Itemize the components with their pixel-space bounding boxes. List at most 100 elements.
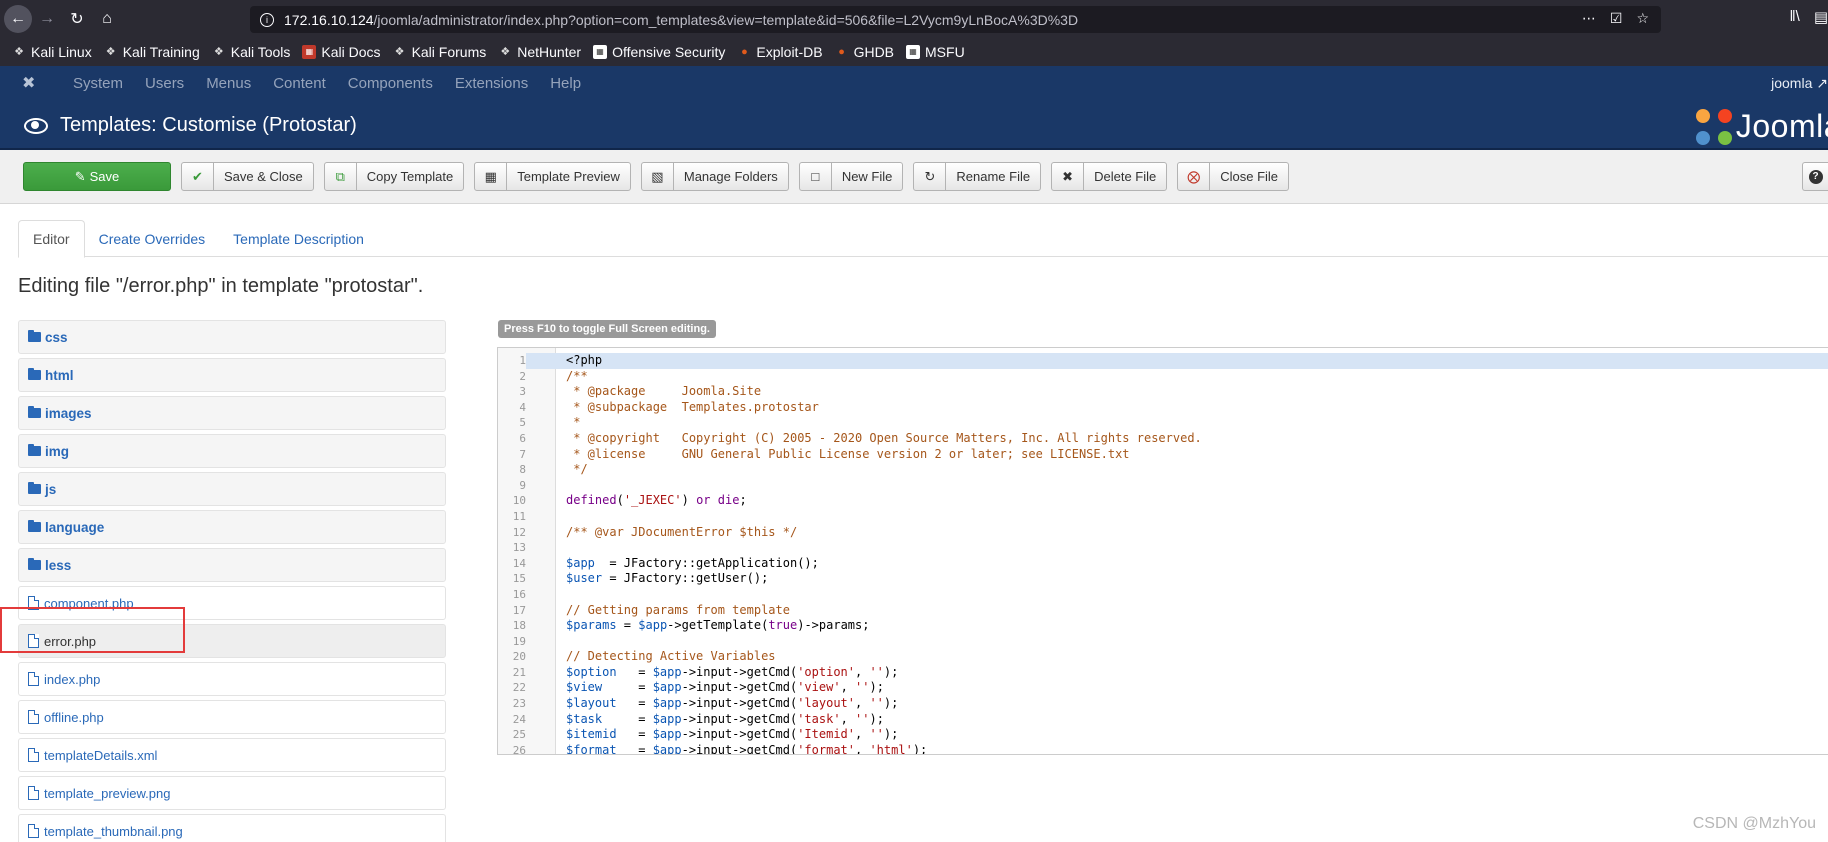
code-editor[interactable]: 1 <?php 2/** 3 * @package Joomla.Site 4 * @s… bbox=[497, 347, 1828, 755]
file-templatedetails-xml[interactable]: templateDetails.xml bbox=[18, 738, 446, 772]
code-line[interactable]: 25 $itemid = $app->input->getCmd('Itemid'… bbox=[498, 727, 1828, 743]
bookmark-kali-linux[interactable]: ❖ Kali Linux bbox=[12, 44, 92, 60]
pocket-icon[interactable]: ☑ bbox=[1610, 10, 1623, 27]
joomla-logo-icon[interactable]: ✖ bbox=[22, 73, 42, 93]
menu-extensions[interactable]: Extensions bbox=[444, 75, 539, 92]
code-line[interactable]: 5 * bbox=[498, 415, 1828, 431]
arrow-left-icon: ← bbox=[10, 10, 26, 27]
code-line[interactable]: 2 /** bbox=[498, 369, 1828, 385]
star-icon[interactable]: ☆ bbox=[1636, 10, 1649, 27]
code-line[interactable]: 4 * @subpackage Templates.protostar bbox=[498, 400, 1828, 416]
bookmark-ghdb[interactable]: ● GHDB bbox=[835, 44, 894, 60]
code-line[interactable]: 22 $view = $app->input->getCmd('view', ''… bbox=[498, 680, 1828, 696]
folder-less[interactable]: less bbox=[18, 548, 446, 582]
code-text: defined('_JEXEC') or die; bbox=[566, 493, 747, 508]
code-line[interactable]: 11 bbox=[498, 509, 1828, 525]
bookmark-nethunter[interactable]: ❖ NetHunter bbox=[498, 44, 581, 60]
code-line[interactable]: 26 $format = $app->input->getCmd('format'… bbox=[498, 743, 1828, 754]
folder-img[interactable]: img bbox=[18, 434, 446, 468]
code-line[interactable]: 9 bbox=[498, 478, 1828, 494]
save-close-button[interactable]: ✔ Save & Close bbox=[181, 162, 314, 191]
code-line[interactable]: 17 // Getting params from template bbox=[498, 603, 1828, 619]
close-file-button[interactable]: ⨂ Close File bbox=[1177, 162, 1290, 191]
line-number: 23 bbox=[512, 697, 526, 711]
folder-js[interactable]: js bbox=[18, 472, 446, 506]
copy-template-button[interactable]: ⧉ Copy Template bbox=[323, 162, 465, 191]
code-line[interactable]: 7 * @license GNU General Public License … bbox=[498, 447, 1828, 463]
url-bar[interactable]: i 172.16.10.124/joomla/administrator/ind… bbox=[250, 6, 1661, 33]
manage-folders-button[interactable]: ▧ Manage Folders bbox=[640, 162, 789, 191]
code-line[interactable]: 16 bbox=[498, 587, 1828, 603]
folder-html[interactable]: html bbox=[18, 358, 446, 392]
bookmark-kali-training[interactable]: ❖ Kali Training bbox=[104, 44, 200, 60]
tab-editor[interactable]: Editor bbox=[18, 220, 85, 258]
file-offline-php[interactable]: offline.php bbox=[18, 700, 446, 734]
reload-button[interactable]: ↻ bbox=[62, 4, 92, 34]
brand-text: Joomla bbox=[1735, 108, 1828, 144]
back-button[interactable]: ← bbox=[4, 5, 32, 33]
more-icon[interactable]: ⋯ bbox=[1582, 10, 1596, 27]
folder-icon bbox=[28, 482, 41, 494]
line-number: 3 bbox=[519, 385, 526, 399]
bookmark-kali-forums[interactable]: ❖ Kali Forums bbox=[393, 44, 487, 60]
code-line[interactable]: 12 /** @var JDocumentError $this */ bbox=[498, 525, 1828, 541]
code-line[interactable]: 14 $app = JFactory::getApplication(); bbox=[498, 556, 1828, 572]
line-number: 4 bbox=[519, 400, 526, 414]
folder-images[interactable]: images bbox=[18, 396, 446, 430]
bookmark-offensive-security[interactable]: ▦ Offensive Security bbox=[593, 44, 725, 60]
line-number: 21 bbox=[512, 665, 526, 679]
bookmark-msfu[interactable]: ▦ MSFU bbox=[906, 44, 965, 60]
menu-system[interactable]: System bbox=[62, 75, 134, 92]
page-header: Templates: Customise (Protostar) Joomla bbox=[0, 100, 1828, 150]
menu-content[interactable]: Content bbox=[262, 75, 337, 92]
help-button[interactable]: ? bbox=[1802, 162, 1828, 191]
user-menu[interactable]: joomla ↗ bbox=[1771, 75, 1828, 92]
file-template-thumbnail-png[interactable]: template_thumbnail.png bbox=[18, 814, 446, 842]
delete-file-button[interactable]: ✖ Delete File bbox=[1051, 162, 1168, 191]
bookmark-kali-tools[interactable]: ❖ Kali Tools bbox=[212, 44, 291, 60]
sidebar-icon[interactable]: ▤ bbox=[1814, 8, 1828, 26]
menu-users[interactable]: Users bbox=[134, 75, 195, 92]
save-button[interactable]: ✎ Save bbox=[23, 162, 171, 191]
code-line[interactable]: 24 $task = $app->input->getCmd('task', ''… bbox=[498, 712, 1828, 728]
folder-css[interactable]: css bbox=[18, 320, 446, 354]
tab-create-overrides[interactable]: Create Overrides bbox=[85, 220, 220, 257]
forward-button[interactable]: → bbox=[32, 4, 62, 34]
code-line[interactable]: 20 // Detecting Active Variables bbox=[498, 649, 1828, 665]
file-template-preview-png[interactable]: template_preview.png bbox=[18, 776, 446, 810]
info-icon[interactable]: i bbox=[260, 12, 274, 27]
file-index-php[interactable]: index.php bbox=[18, 662, 446, 696]
library-icon[interactable]: ‖\ bbox=[1789, 8, 1799, 26]
code-line[interactable]: 19 bbox=[498, 634, 1828, 650]
file-error-php[interactable]: error.php bbox=[18, 624, 446, 658]
code-text: /** @var JDocumentError $this */ bbox=[566, 524, 798, 539]
menu-components[interactable]: Components bbox=[337, 75, 444, 92]
code-line[interactable]: 18 $params = $app->getTemplate(true)->par… bbox=[498, 618, 1828, 634]
menu-help[interactable]: Help bbox=[539, 75, 592, 92]
file-icon bbox=[28, 672, 39, 686]
code-line[interactable]: 23 $layout = $app->input->getCmd('layout'… bbox=[498, 696, 1828, 712]
code-line[interactable]: 8 */ bbox=[498, 462, 1828, 478]
rename-file-button[interactable]: ↻ Rename File bbox=[913, 162, 1042, 191]
code-text: <?php bbox=[566, 353, 603, 367]
tab-template-description[interactable]: Template Description bbox=[219, 220, 378, 257]
code-line[interactable]: 10 defined('_JEXEC') or die; bbox=[498, 493, 1828, 509]
bookmark-exploit-db[interactable]: ● Exploit-DB bbox=[737, 44, 822, 60]
file-component-php[interactable]: component.php bbox=[18, 586, 446, 620]
folder-language[interactable]: language bbox=[18, 510, 446, 544]
file-icon bbox=[28, 824, 39, 838]
home-button[interactable]: ⌂ bbox=[92, 4, 122, 34]
bookmark-kali-docs[interactable]: ▦ Kali Docs bbox=[302, 44, 381, 60]
close-icon: ✖ bbox=[1052, 163, 1085, 190]
code-line[interactable]: 13 bbox=[498, 540, 1828, 556]
template-preview-button[interactable]: ▦ Template Preview bbox=[474, 162, 631, 191]
code-line[interactable]: 3 * @package Joomla.Site bbox=[498, 384, 1828, 400]
code-line[interactable]: 15 $user = JFactory::getUser(); bbox=[498, 571, 1828, 587]
code-line[interactable]: 1 <?php bbox=[498, 353, 1828, 369]
offsec-icon: ▦ bbox=[906, 45, 921, 59]
copy-icon: ⧉ bbox=[325, 163, 357, 190]
new-file-button[interactable]: □ New File bbox=[798, 162, 904, 191]
menu-menus[interactable]: Menus bbox=[195, 75, 262, 92]
code-line[interactable]: 21 $option = $app->input->getCmd('option'… bbox=[498, 665, 1828, 681]
code-line[interactable]: 6 * @copyright Copyright (C) 2005 - 2020… bbox=[498, 431, 1828, 447]
